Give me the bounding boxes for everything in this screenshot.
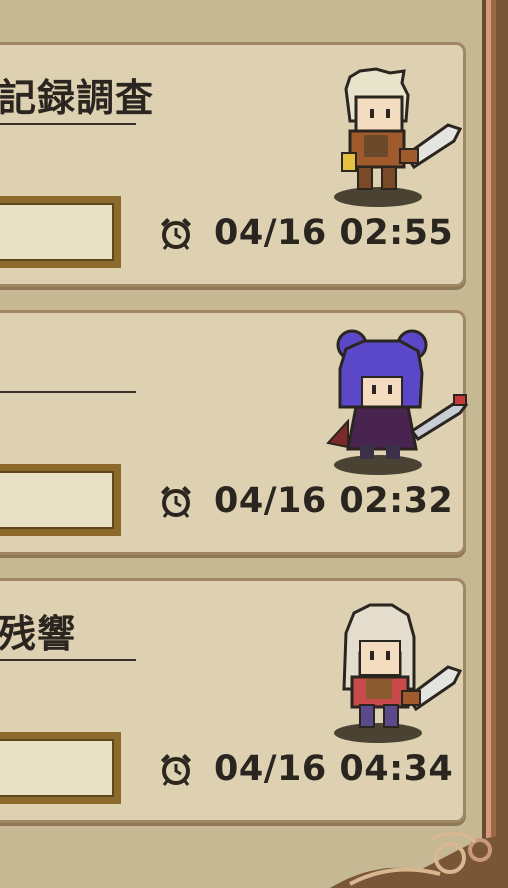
alarm-clock-icon bbox=[161, 218, 191, 250]
panel-frame-border bbox=[482, 0, 508, 888]
name-plate bbox=[0, 732, 121, 804]
alarm-clock-icon bbox=[161, 486, 191, 518]
title-underline bbox=[0, 391, 136, 393]
card-title: 残響 bbox=[0, 612, 77, 656]
timer: 04/16 02:32 bbox=[158, 481, 454, 521]
timer: 04/16 04:34 bbox=[158, 749, 454, 789]
expedition-card-2[interactable]: 04/16 02:32 bbox=[0, 310, 469, 555]
title-underline bbox=[0, 123, 136, 125]
title-underline bbox=[0, 659, 136, 661]
ornament-corner-decoration bbox=[330, 830, 508, 888]
expedition-card-3[interactable]: 残響 04/16 04:34 bbox=[0, 578, 466, 823]
character-portrait-purple-haired-swordswoman bbox=[326, 329, 469, 475]
name-plate bbox=[0, 464, 121, 536]
character-portrait-blonde-swordsman bbox=[334, 67, 463, 207]
timer-text: 04/16 02:55 bbox=[214, 213, 454, 253]
timer-text: 04/16 04:34 bbox=[214, 749, 454, 789]
character-portrait-silver-haired-swordswoman bbox=[334, 603, 463, 743]
timer-text: 04/16 02:32 bbox=[214, 481, 454, 521]
expedition-card-1[interactable]: 記録調査 04/16 02:55 bbox=[0, 42, 466, 287]
alarm-clock-icon bbox=[161, 754, 191, 786]
timer: 04/16 02:55 bbox=[158, 213, 454, 253]
name-plate bbox=[0, 196, 121, 268]
card-title: 記録調査 bbox=[0, 76, 155, 120]
